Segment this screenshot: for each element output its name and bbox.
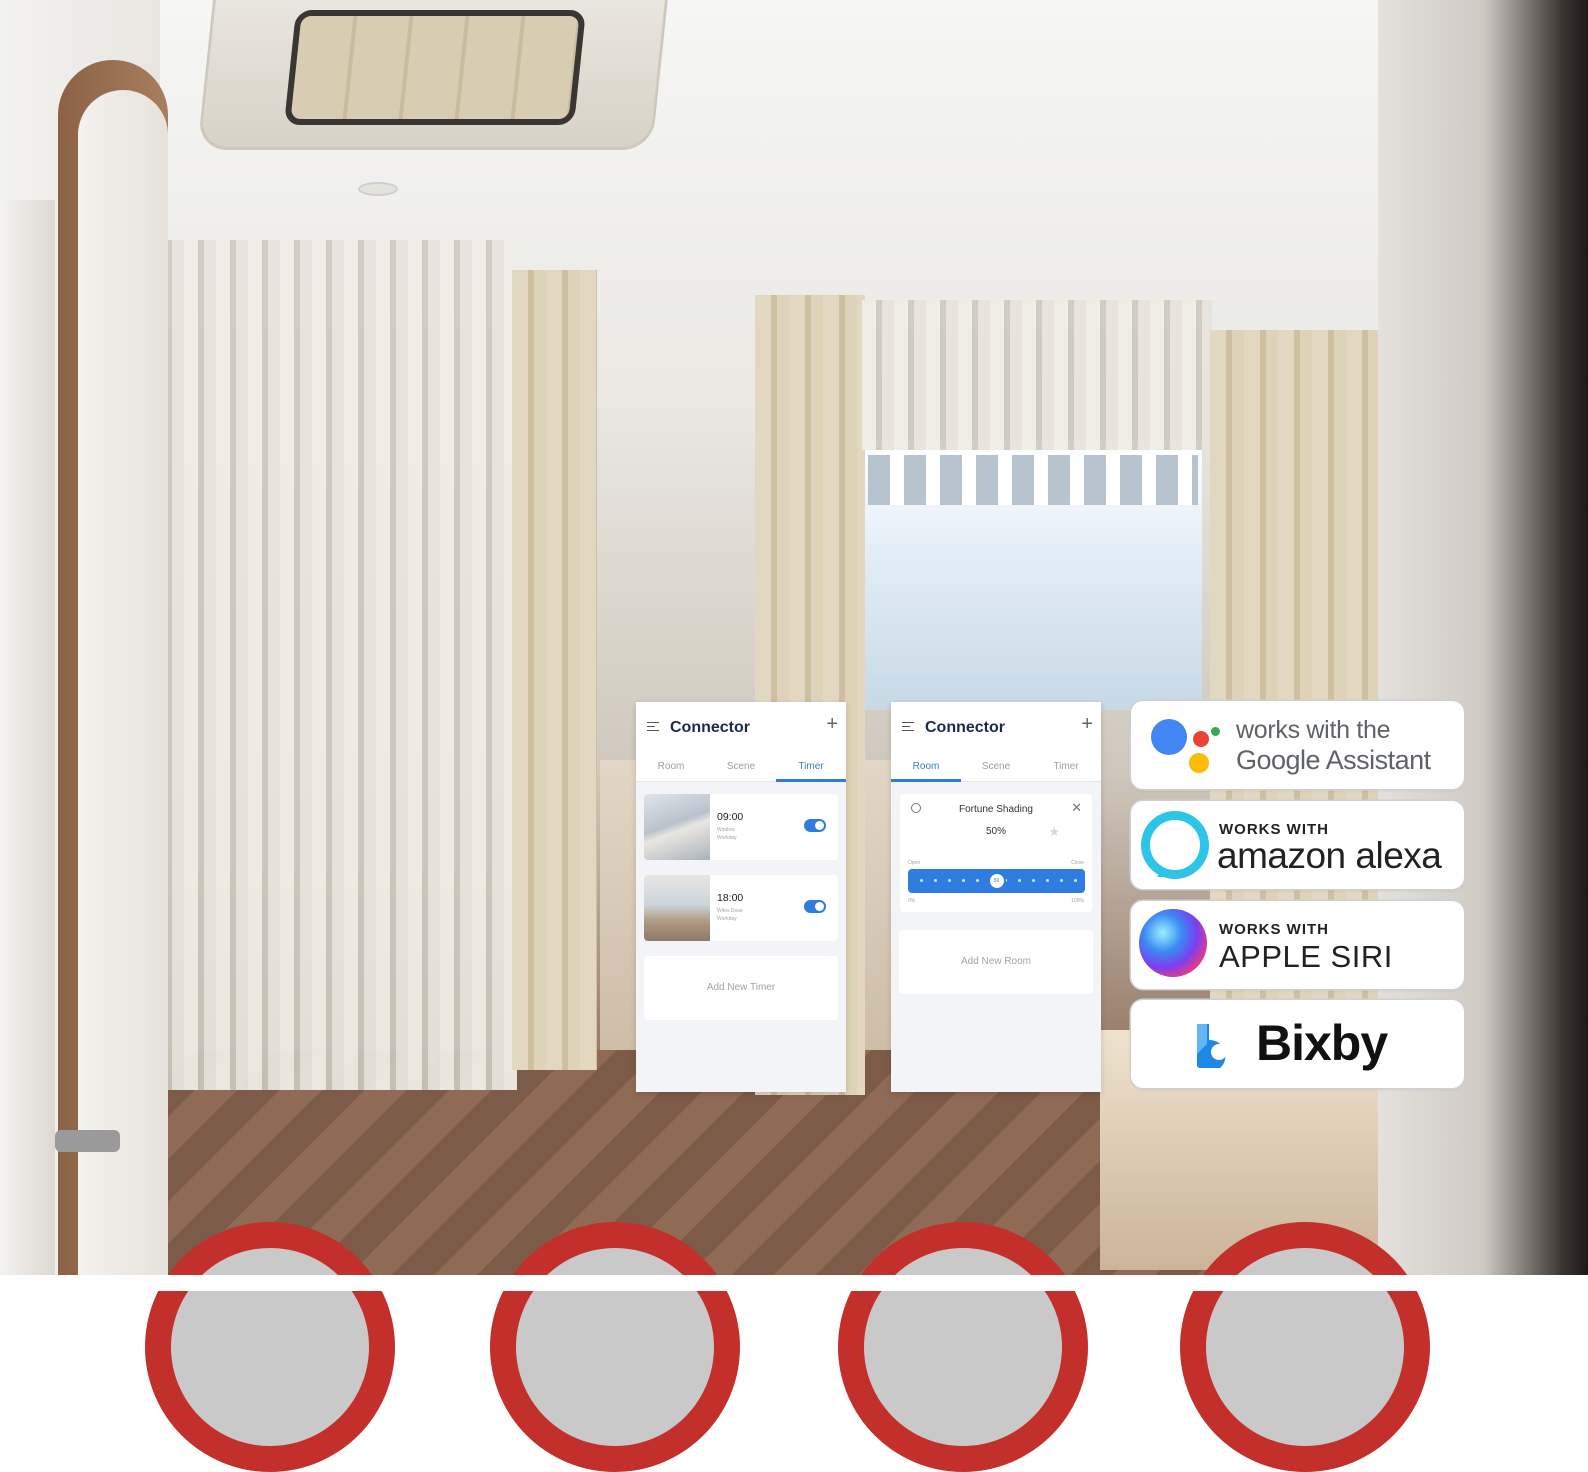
active-tab-indicator [891,779,961,782]
google-assistant-badge: works with the Google Assistant [1131,701,1464,789]
google-dot-blue [1151,719,1187,755]
feature-circle-1 [145,1222,395,1472]
air-conditioner-grill [283,10,587,125]
app-title: Connector [670,719,750,736]
timer-app-screen: Connector + Room Scene Timer 09:00 Windo… [636,702,846,1092]
timer-action: Window [717,827,735,833]
slider-step-dot [948,879,951,882]
tab-bar: Room Scene Timer [891,752,1101,782]
feature-circle-3 [838,1222,1088,1472]
timer-thumbnail [644,794,710,860]
google-assistant-icon [1151,717,1221,777]
window-bars [868,455,1198,505]
slider-step-dot [1060,879,1063,882]
sheer-curtain-left [152,240,517,1090]
blackout-curtain-left [512,270,597,1070]
timer-details: Wites Dose Workday [717,907,743,923]
slider-step-dot [1032,879,1035,882]
timer-time: 09:00 [717,811,744,823]
timer-enable-toggle[interactable] [804,819,826,832]
slider-step-dot [934,879,937,882]
google-dot-yellow [1189,753,1209,773]
siri-icon [1139,909,1207,977]
right-wall [1378,0,1588,1291]
menu-icon[interactable] [902,722,914,731]
timer-time: 18:00 [717,892,744,904]
sheer-curtain-top-right [862,300,1212,450]
slider-step-dot [962,879,965,882]
bedroom-background-photo [0,0,1588,1291]
bixby-name: Bixby [1256,1015,1388,1071]
timer-days: Workday [717,835,737,841]
timer-details: Window Workday [717,826,737,842]
timer-days: Workday [717,916,737,922]
doorway-arch-inner [78,90,168,1291]
google-badge-line2: Google Assistant [1236,745,1431,775]
slider-step-dot [1074,879,1077,882]
alexa-icon [1141,811,1209,879]
device-percent: 50% [985,826,1006,837]
device-name: Fortune Shading [959,804,1033,815]
add-new-timer-button[interactable]: Add New Timer [644,956,838,1020]
slider-label-open: Open [908,860,921,866]
alexa-badge: WORKS WITH amazon alexa [1131,801,1464,889]
room-app-screen: Connector + Room Scene Timer Fortune Sha… [891,702,1101,1092]
slider-step-dot [976,879,979,882]
feature-circle-2 [490,1222,740,1472]
app-header: Connector + [636,702,846,752]
timer-item[interactable]: 18:00 Wites Dose Workday [644,875,838,941]
google-dot-red [1193,731,1209,747]
slider-knob[interactable]: 50 [987,872,1006,890]
slider-label-close: Close [1071,860,1084,866]
alexa-name: amazon alexa [1217,835,1442,876]
add-icon[interactable]: + [1081,714,1093,734]
bixby-badge: Bixby [1131,1000,1464,1088]
door-edge [0,200,55,1291]
add-icon[interactable]: + [826,714,838,734]
timer-action: Wites Dose [717,908,743,914]
bottom-strip [0,1275,1588,1291]
app-header: Connector + [891,702,1101,752]
slider-step-dot [1018,879,1021,882]
siri-name: APPLE SIRI [1219,939,1393,974]
add-new-room-button[interactable]: Add New Room [899,930,1093,994]
google-badge-line1: works with the [1236,716,1391,744]
tab-timer[interactable]: Timer [1031,761,1101,772]
timer-enable-toggle[interactable] [804,900,826,913]
tab-room[interactable]: Room [891,761,961,772]
slider-step-dot [920,879,923,882]
device-card: Fortune Shading ✕ 50% ★ Open Close 50 0%… [900,794,1092,912]
siri-badge: WORKS WITH APPLE SIRI [1131,901,1464,989]
siri-works-with: WORKS WITH [1219,921,1329,938]
menu-icon[interactable] [647,722,659,731]
feature-circle-4 [1180,1222,1430,1472]
close-icon[interactable]: ✕ [1071,800,1082,816]
bixby-icon [1197,1024,1227,1068]
slider-min-label: 0% [908,898,916,904]
tab-timer[interactable]: Timer [776,761,846,772]
google-dot-green [1211,727,1220,736]
active-tab-indicator [776,779,846,782]
timer-item[interactable]: 09:00 Window Workday [644,794,838,860]
tab-scene[interactable]: Scene [961,761,1031,772]
door-handle [55,1130,120,1152]
ceiling-downlight [358,182,398,196]
tab-room[interactable]: Room [636,761,706,772]
tab-bar: Room Scene Timer [636,752,846,782]
app-title: Connector [925,719,1005,736]
slider-step-dot [1046,879,1049,882]
tab-scene[interactable]: Scene [706,761,776,772]
slider-max-label: 100% [1071,898,1084,904]
shade-position-slider[interactable]: 50 [908,869,1085,893]
timer-thumbnail [644,875,710,941]
favorite-star-icon[interactable]: ★ [1048,824,1060,840]
